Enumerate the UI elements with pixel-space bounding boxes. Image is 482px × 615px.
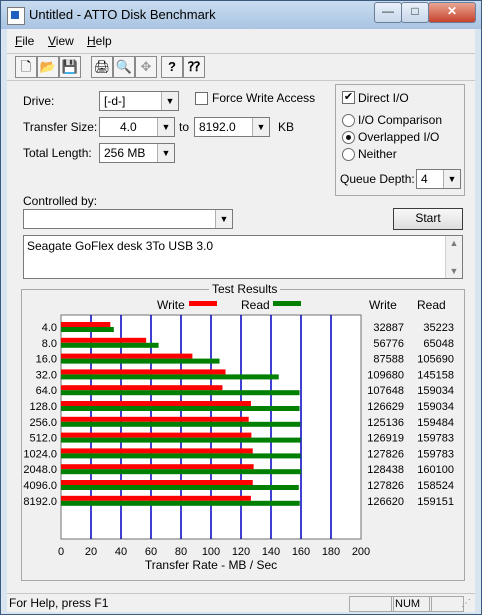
write-value: 126919 [367, 433, 404, 445]
read-value: 159783 [417, 433, 454, 445]
num-lock-indicator: NUM [391, 596, 432, 612]
category-label: 1024.0 [23, 448, 57, 460]
read-bar [61, 358, 220, 364]
title-bar[interactable]: Untitled - ATTO Disk Benchmark — □ ✕ [1, 1, 481, 29]
minimize-button[interactable]: — [374, 2, 402, 23]
caps-indicator [349, 596, 394, 612]
legend-read-label: Read [241, 298, 270, 312]
category-label: 4096.0 [23, 480, 57, 492]
read-bar [61, 374, 279, 380]
write-bar [61, 480, 253, 485]
category-label: 128.0 [29, 401, 57, 413]
category-label: 8192.0 [23, 496, 57, 508]
x-tick-label: 120 [232, 546, 250, 558]
category-label: 256.0 [29, 417, 57, 429]
read-value: 105690 [417, 354, 454, 366]
category-label: 16.0 [36, 354, 57, 366]
legend-write-swatch [189, 301, 217, 306]
x-tick-label: 60 [145, 546, 157, 558]
write-bar [61, 464, 254, 470]
category-label: 512.0 [29, 433, 57, 445]
resize-grip-icon[interactable]: ⋰ [461, 598, 471, 609]
write-value: 127826 [367, 448, 404, 460]
read-value: 65048 [423, 338, 454, 350]
write-value: 126620 [367, 496, 404, 508]
write-bar [61, 353, 193, 359]
read-bar [61, 437, 301, 443]
write-column-header: Write [369, 298, 397, 312]
maximize-button[interactable]: □ [401, 2, 429, 23]
write-bar [61, 416, 249, 422]
x-tick-label: 200 [352, 546, 370, 558]
app-window: Untitled - ATTO Disk Benchmark — □ ✕ Fil… [0, 0, 482, 615]
category-label: 8.0 [42, 338, 57, 350]
window-title: Untitled - ATTO Disk Benchmark [29, 7, 216, 22]
read-value: 145158 [417, 369, 454, 381]
x-tick-label: 140 [262, 546, 280, 558]
read-bar [61, 342, 159, 348]
write-value: 125136 [367, 417, 404, 429]
write-bar [61, 322, 111, 327]
x-tick-label: 0 [58, 546, 64, 558]
write-value: 126629 [367, 401, 404, 413]
write-bar [61, 337, 147, 343]
read-bar [61, 469, 302, 475]
category-label: 64.0 [36, 385, 57, 397]
read-bar [61, 406, 300, 411]
status-bar: For Help, press F1 NUM ⋰ [7, 593, 475, 612]
write-bar [61, 432, 252, 438]
read-value: 159151 [417, 496, 454, 508]
scroll-lock-indicator [429, 596, 464, 612]
x-axis-label: Transfer Rate - MB / Sec [145, 558, 277, 572]
client-area: File View Help 🗋 📂 💾 🖨 🔍 ✥ ? ⁇ Drive: [-… [7, 29, 475, 593]
write-value: 127826 [367, 480, 404, 492]
write-bar [61, 401, 251, 406]
legend-read-swatch [273, 301, 301, 306]
write-bar [61, 385, 223, 391]
read-value: 159783 [417, 448, 454, 460]
read-bar [61, 327, 114, 332]
write-bar [61, 448, 253, 454]
read-column-header: Read [417, 298, 446, 312]
category-label: 2048.0 [23, 464, 57, 476]
x-tick-label: 40 [115, 546, 127, 558]
read-value: 159034 [417, 385, 454, 397]
write-bar [61, 369, 226, 375]
write-value: 109680 [367, 369, 404, 381]
read-value: 160100 [417, 464, 454, 476]
write-value: 32887 [373, 322, 404, 334]
write-value: 87588 [373, 354, 404, 366]
x-tick-label: 80 [175, 546, 187, 558]
x-tick-label: 180 [322, 546, 340, 558]
x-tick-label: 20 [85, 546, 97, 558]
read-bar [61, 421, 301, 427]
app-icon [7, 7, 25, 25]
write-bar [61, 495, 251, 501]
x-tick-label: 100 [202, 546, 220, 558]
category-label: 4.0 [42, 322, 57, 334]
read-value: 35223 [423, 322, 454, 334]
read-value: 159034 [417, 401, 454, 413]
write-value: 56776 [373, 338, 404, 350]
write-value: 107648 [367, 385, 404, 397]
category-label: 32.0 [36, 369, 57, 381]
x-tick-label: 160 [292, 546, 310, 558]
read-value: 159484 [417, 417, 454, 429]
read-bar [61, 485, 299, 490]
results-chart: Write Read Write Read 4.0 8.0 16.0 32.0 64.0… [23, 298, 454, 572]
close-button[interactable]: ✕ [428, 2, 476, 23]
write-value: 128438 [367, 464, 404, 476]
read-bar [61, 390, 300, 396]
read-bar [61, 453, 301, 459]
status-help-text: For Help, press F1 [9, 596, 109, 610]
read-value: 158524 [417, 480, 454, 492]
legend-write-label: Write [157, 298, 185, 312]
read-bar [61, 500, 300, 506]
